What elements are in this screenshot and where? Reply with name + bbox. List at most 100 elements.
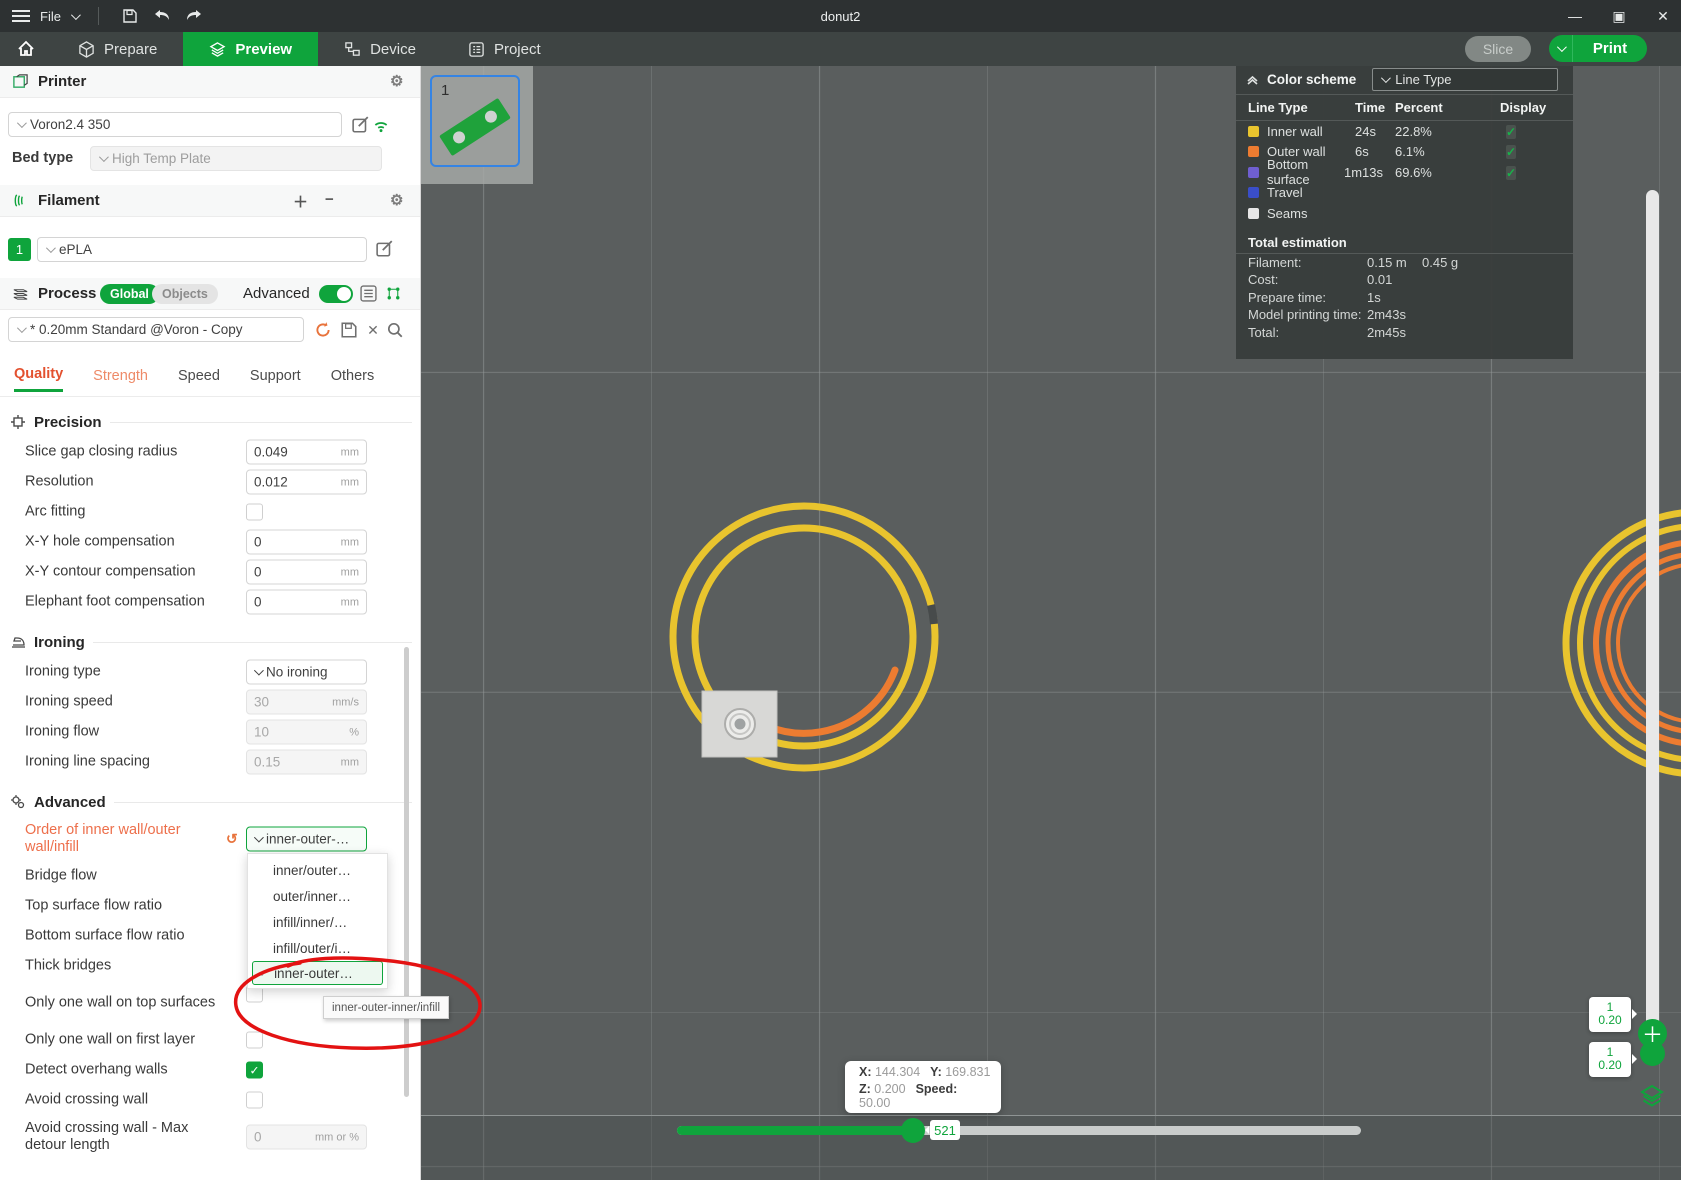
undo-icon[interactable]: [151, 5, 173, 27]
slice-gap-input[interactable]: 0.049mm: [246, 440, 367, 465]
xy-contour-input[interactable]: 0mm: [246, 560, 367, 585]
edit-filament-icon[interactable]: [376, 240, 394, 258]
ironing-type-select[interactable]: No ironing: [246, 660, 367, 685]
only-one-wall-first-checkbox[interactable]: [246, 1032, 263, 1049]
setting-label: Detect overhang walls: [25, 1062, 230, 1079]
tab-prepare-label: Prepare: [104, 41, 157, 58]
add-filament-icon[interactable]: ＋: [293, 191, 308, 212]
layer-badge-top: 10.20: [1589, 997, 1631, 1032]
ironing-flow-input[interactable]: 10%: [246, 720, 367, 745]
dropdown-option-selected[interactable]: ✓ inner-outer…: [252, 961, 383, 985]
layers-view-icon[interactable]: [1639, 1083, 1665, 1109]
print-button[interactable]: Print: [1573, 35, 1647, 62]
tab-speed[interactable]: Speed: [178, 364, 220, 391]
redo-icon[interactable]: [183, 5, 205, 27]
tab-preview[interactable]: Preview: [183, 32, 318, 66]
filament-slot-badge[interactable]: 1: [8, 238, 31, 261]
dropdown-option[interactable]: inner/outer…: [248, 857, 387, 883]
home-button[interactable]: [0, 32, 52, 66]
elephant-foot-input[interactable]: 0mm: [246, 590, 367, 615]
dropdown-option[interactable]: infill/outer/i…: [248, 935, 387, 961]
edit-printer-icon[interactable]: [352, 116, 370, 134]
xy-hole-input[interactable]: 0mm: [246, 530, 367, 555]
process-global-pill[interactable]: Global: [100, 284, 159, 304]
tab-others[interactable]: Others: [331, 364, 375, 391]
minimize-button[interactable]: —: [1565, 8, 1585, 24]
process-preset-select[interactable]: * 0.20mm Standard @Voron - Copy: [8, 317, 304, 342]
slice-button[interactable]: Slice: [1465, 36, 1531, 62]
bed-type-select[interactable]: High Temp Plate: [90, 146, 382, 171]
maximize-button[interactable]: ▣: [1609, 8, 1629, 25]
collapse-icon[interactable]: [1246, 73, 1259, 86]
setting-row: Ironing flow 10%: [0, 717, 420, 747]
save-icon[interactable]: [119, 5, 141, 27]
legend-row: Inner wall 24s22.8% ✓: [1236, 121, 1573, 142]
layer-slider[interactable]: [1646, 190, 1659, 1037]
order-dropdown-popup: inner/outer… outer/inner… infill/inner/……: [247, 853, 388, 989]
display-checkbox[interactable]: ✓: [1506, 166, 1516, 180]
setting-row: Elephant foot compensation 0mm: [0, 587, 420, 617]
filament-select[interactable]: ePLA: [37, 237, 367, 262]
print-dropdown-chevron[interactable]: [1549, 35, 1573, 62]
printer-gear-icon[interactable]: ⚙: [390, 72, 403, 90]
tab-project[interactable]: Project: [442, 32, 567, 66]
step-slider[interactable]: 521: [677, 1126, 1361, 1135]
printer-section-header: Printer ⚙: [0, 66, 420, 98]
process-objects-pill[interactable]: Objects: [152, 284, 218, 304]
max-detour-input[interactable]: 0mm or %: [246, 1125, 367, 1150]
precision-title: Precision: [34, 414, 102, 431]
tab-strength[interactable]: Strength: [93, 364, 148, 391]
reset-order-icon[interactable]: ↺: [226, 831, 238, 848]
tab-support[interactable]: Support: [250, 364, 301, 391]
ironing-icon: [10, 634, 26, 650]
legend-row: Seams: [1236, 203, 1573, 224]
step-slider-handle[interactable]: [901, 1118, 925, 1143]
ironing-speed-input[interactable]: 30mm/s: [246, 690, 367, 715]
plate-list-strip: 1: [421, 66, 533, 184]
legend-columns: Line Type Time Percent Display: [1236, 95, 1573, 121]
printer-select[interactable]: Voron2.4 350: [8, 112, 342, 137]
chevron-down-icon[interactable]: [71, 10, 81, 20]
filament-icon: [12, 192, 29, 209]
compare-presets-icon[interactable]: [385, 285, 403, 303]
menu-icon[interactable]: [12, 10, 30, 22]
printer-header-label: Printer: [38, 73, 86, 90]
filament-gear-icon[interactable]: ⚙: [390, 191, 403, 209]
nozzle-marker: [702, 691, 777, 757]
save-preset-icon[interactable]: [340, 321, 358, 339]
estimation-row: Filament:0.15 m0.45 g: [1236, 254, 1573, 272]
ironing-spacing-input[interactable]: 0.15mm: [246, 750, 367, 775]
reset-preset-icon[interactable]: [314, 321, 332, 339]
close-button[interactable]: ✕: [1653, 8, 1673, 25]
dropdown-option[interactable]: infill/inner/…: [248, 909, 387, 935]
detect-overhang-checkbox[interactable]: ✓: [246, 1062, 263, 1079]
preset-list-icon[interactable]: [360, 285, 378, 303]
settings-scrollbar[interactable]: [404, 647, 409, 1097]
dropdown-option[interactable]: outer/inner…: [248, 883, 387, 909]
ironing-section-header: Ironing: [0, 627, 420, 657]
delete-preset-icon[interactable]: ✕: [364, 322, 382, 340]
step-slider-fill: [677, 1126, 913, 1135]
layers-icon: [209, 41, 226, 58]
seam-mark: [931, 605, 934, 624]
wifi-icon[interactable]: [372, 116, 390, 134]
ironing-title: Ironing: [34, 634, 85, 651]
advanced-toggle[interactable]: [319, 285, 353, 303]
resolution-input[interactable]: 0.012mm: [246, 470, 367, 495]
add-color-change-button[interactable]: ＋: [1638, 1019, 1667, 1048]
plate-thumbnail[interactable]: 1: [430, 75, 520, 167]
display-checkbox[interactable]: ✓: [1506, 145, 1516, 159]
color-scheme-select[interactable]: Line Type: [1372, 68, 1558, 91]
order-select[interactable]: inner-outer-…: [246, 827, 367, 852]
precision-section-header: Precision: [0, 407, 420, 437]
search-preset-icon[interactable]: [386, 321, 404, 339]
tab-quality[interactable]: Quality: [14, 362, 63, 392]
tab-device[interactable]: Device: [318, 32, 442, 66]
remove-filament-icon[interactable]: −: [325, 191, 334, 208]
avoid-crossing-checkbox[interactable]: [246, 1092, 263, 1109]
file-menu[interactable]: File: [40, 9, 61, 24]
arc-fitting-checkbox[interactable]: [246, 504, 263, 521]
display-checkbox[interactable]: ✓: [1506, 125, 1516, 139]
setting-row: Arc fitting: [0, 497, 420, 527]
tab-prepare[interactable]: Prepare: [52, 32, 183, 66]
